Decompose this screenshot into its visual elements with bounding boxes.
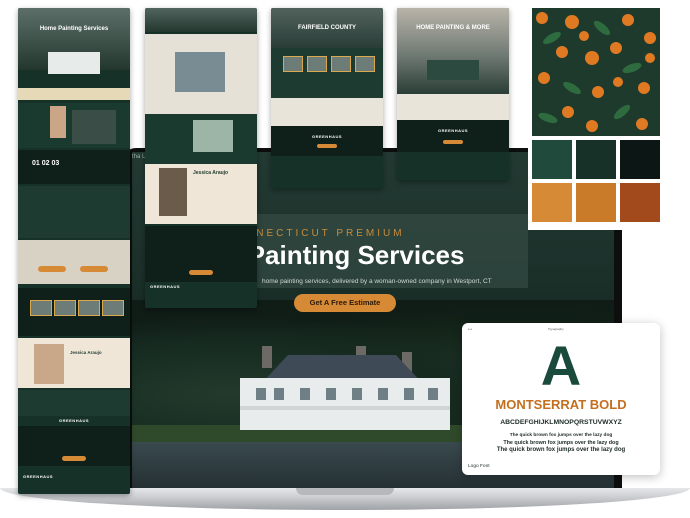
mockup-services-title: HOME PAINTING & MORE — [416, 25, 490, 31]
house-window — [256, 388, 266, 400]
mockup-county-thumb — [331, 56, 351, 72]
mockup-faq-button — [62, 456, 86, 461]
mockup-gallery-thumb — [54, 300, 76, 316]
house-window — [300, 388, 310, 400]
mockup-about-photo — [175, 52, 225, 92]
mockup-gallery-thumb — [78, 300, 100, 316]
mockup-county-page: FAIRFIELD COUNTY GREENHAUS — [271, 8, 383, 188]
mockup-services-banner — [427, 60, 479, 80]
mockup-portrait — [50, 106, 66, 138]
typography-font-name: MONTSERRAT BOLD — [495, 397, 627, 412]
laptop-notch — [296, 488, 394, 495]
hero-kicker: NNECTICUT PREMIUM — [246, 228, 405, 239]
mockup-estimate-button — [38, 266, 66, 272]
typography-card: e e Typography A MONTSERRAT BOLD ABCDEFG… — [462, 323, 660, 475]
mockup-services-page: HOME PAINTING & MORE GREENHAUS — [397, 8, 509, 180]
mockup-about-page: Jessica Araujo GREENHAUS — [145, 8, 257, 308]
palette-swatch-3 — [620, 140, 660, 179]
house-window — [326, 388, 336, 400]
mockup-about-name: Jessica Araujo — [70, 350, 102, 355]
mockup-county-thumb — [283, 56, 303, 72]
palette-swatch-4 — [532, 183, 572, 222]
mockup-county-thumb — [355, 56, 375, 72]
house-body — [240, 378, 450, 430]
mockup-gallery-thumb — [102, 300, 124, 316]
mockup-review-strip — [18, 88, 130, 100]
house-window — [378, 388, 388, 400]
mockup-county-hero: FAIRFIELD COUNTY — [271, 8, 383, 48]
mockup-map — [193, 120, 233, 152]
mockup-form — [72, 110, 116, 144]
mockup-about-portrait — [34, 344, 64, 384]
palette-swatch-2 — [576, 140, 616, 179]
palette-swatch-1 — [532, 140, 572, 179]
mockup-services-hero: HOME PAINTING & MORE — [397, 8, 509, 94]
typography-header: Typography — [548, 327, 564, 331]
house-window — [428, 388, 438, 400]
mockup-county-cta — [271, 126, 383, 156]
mockup-estimate-banner — [18, 240, 130, 284]
oranges-pattern — [536, 12, 656, 132]
mockup-county-thumb — [307, 56, 327, 72]
typography-sample-small: The quick brown fox jumps over the lazy … — [509, 433, 613, 438]
typography-sample-medium: The quick brown fox jumps over the lazy … — [503, 440, 619, 446]
house-window — [352, 388, 362, 400]
mockup-team-name: Jessica Araujo — [193, 170, 229, 176]
typography-header-left: e e — [468, 327, 473, 331]
mockup-about-brand: GREENHAUS — [149, 284, 181, 289]
mockup-county-reviews — [271, 98, 383, 126]
typography-specimen-letter: A — [540, 334, 582, 397]
typography-alphabet: ABCDEFGHIJKLMNOPQRSTUVWXYZ — [500, 419, 622, 426]
nav-fragment: tha L — [132, 154, 146, 160]
mockup-hero-title: Home Painting Services — [39, 26, 109, 32]
typography-footer: Logo Font — [468, 464, 490, 469]
mockup-gallery-thumb — [30, 300, 52, 316]
mockup-services-brand: GREENHAUS — [437, 128, 469, 133]
hero-title: e Painting Services — [226, 240, 465, 270]
mockup-reviews — [18, 390, 130, 416]
mockup-services-button — [443, 140, 463, 144]
mockup-county-button — [317, 144, 337, 148]
palette-swatch-6 — [620, 183, 660, 222]
oranges-moodboard-image — [532, 8, 660, 136]
house-porch — [240, 406, 450, 410]
mockup-about-hero — [145, 8, 257, 32]
house-window — [274, 388, 284, 400]
mockup-services-cta — [397, 120, 509, 152]
house-chimney — [262, 346, 272, 368]
mockup-county-brand: GREENHAUS — [311, 134, 343, 139]
mockup-brand: GREENHAUS — [58, 418, 90, 423]
free-estimate-button[interactable]: Get A Free Estimate — [294, 294, 396, 312]
house-window — [404, 388, 414, 400]
mockup-county-title: FAIRFIELD COUNTY — [298, 25, 356, 31]
mockup-services-reviews — [397, 94, 509, 120]
mockup-team-video — [159, 168, 187, 216]
mockup-services — [18, 186, 130, 238]
palette-swatch-5 — [576, 183, 616, 222]
hero-subtitle: home painting services, delivered by a w… — [262, 278, 492, 285]
mockup-house-thumb — [48, 52, 100, 74]
typography-sample-large: The quick brown fox jumps over the lazy … — [496, 447, 626, 453]
mockup-steps-label: 01 02 03 — [32, 160, 60, 167]
mockup-about-button — [189, 270, 213, 275]
mockup-footer-brand: GREENHAUS — [22, 474, 54, 479]
mockup-steps — [18, 150, 130, 184]
mockup-homepage-full: Home Painting Services 01 02 03 Jessica … — [18, 8, 130, 494]
mockup-estimate-button — [80, 266, 108, 272]
